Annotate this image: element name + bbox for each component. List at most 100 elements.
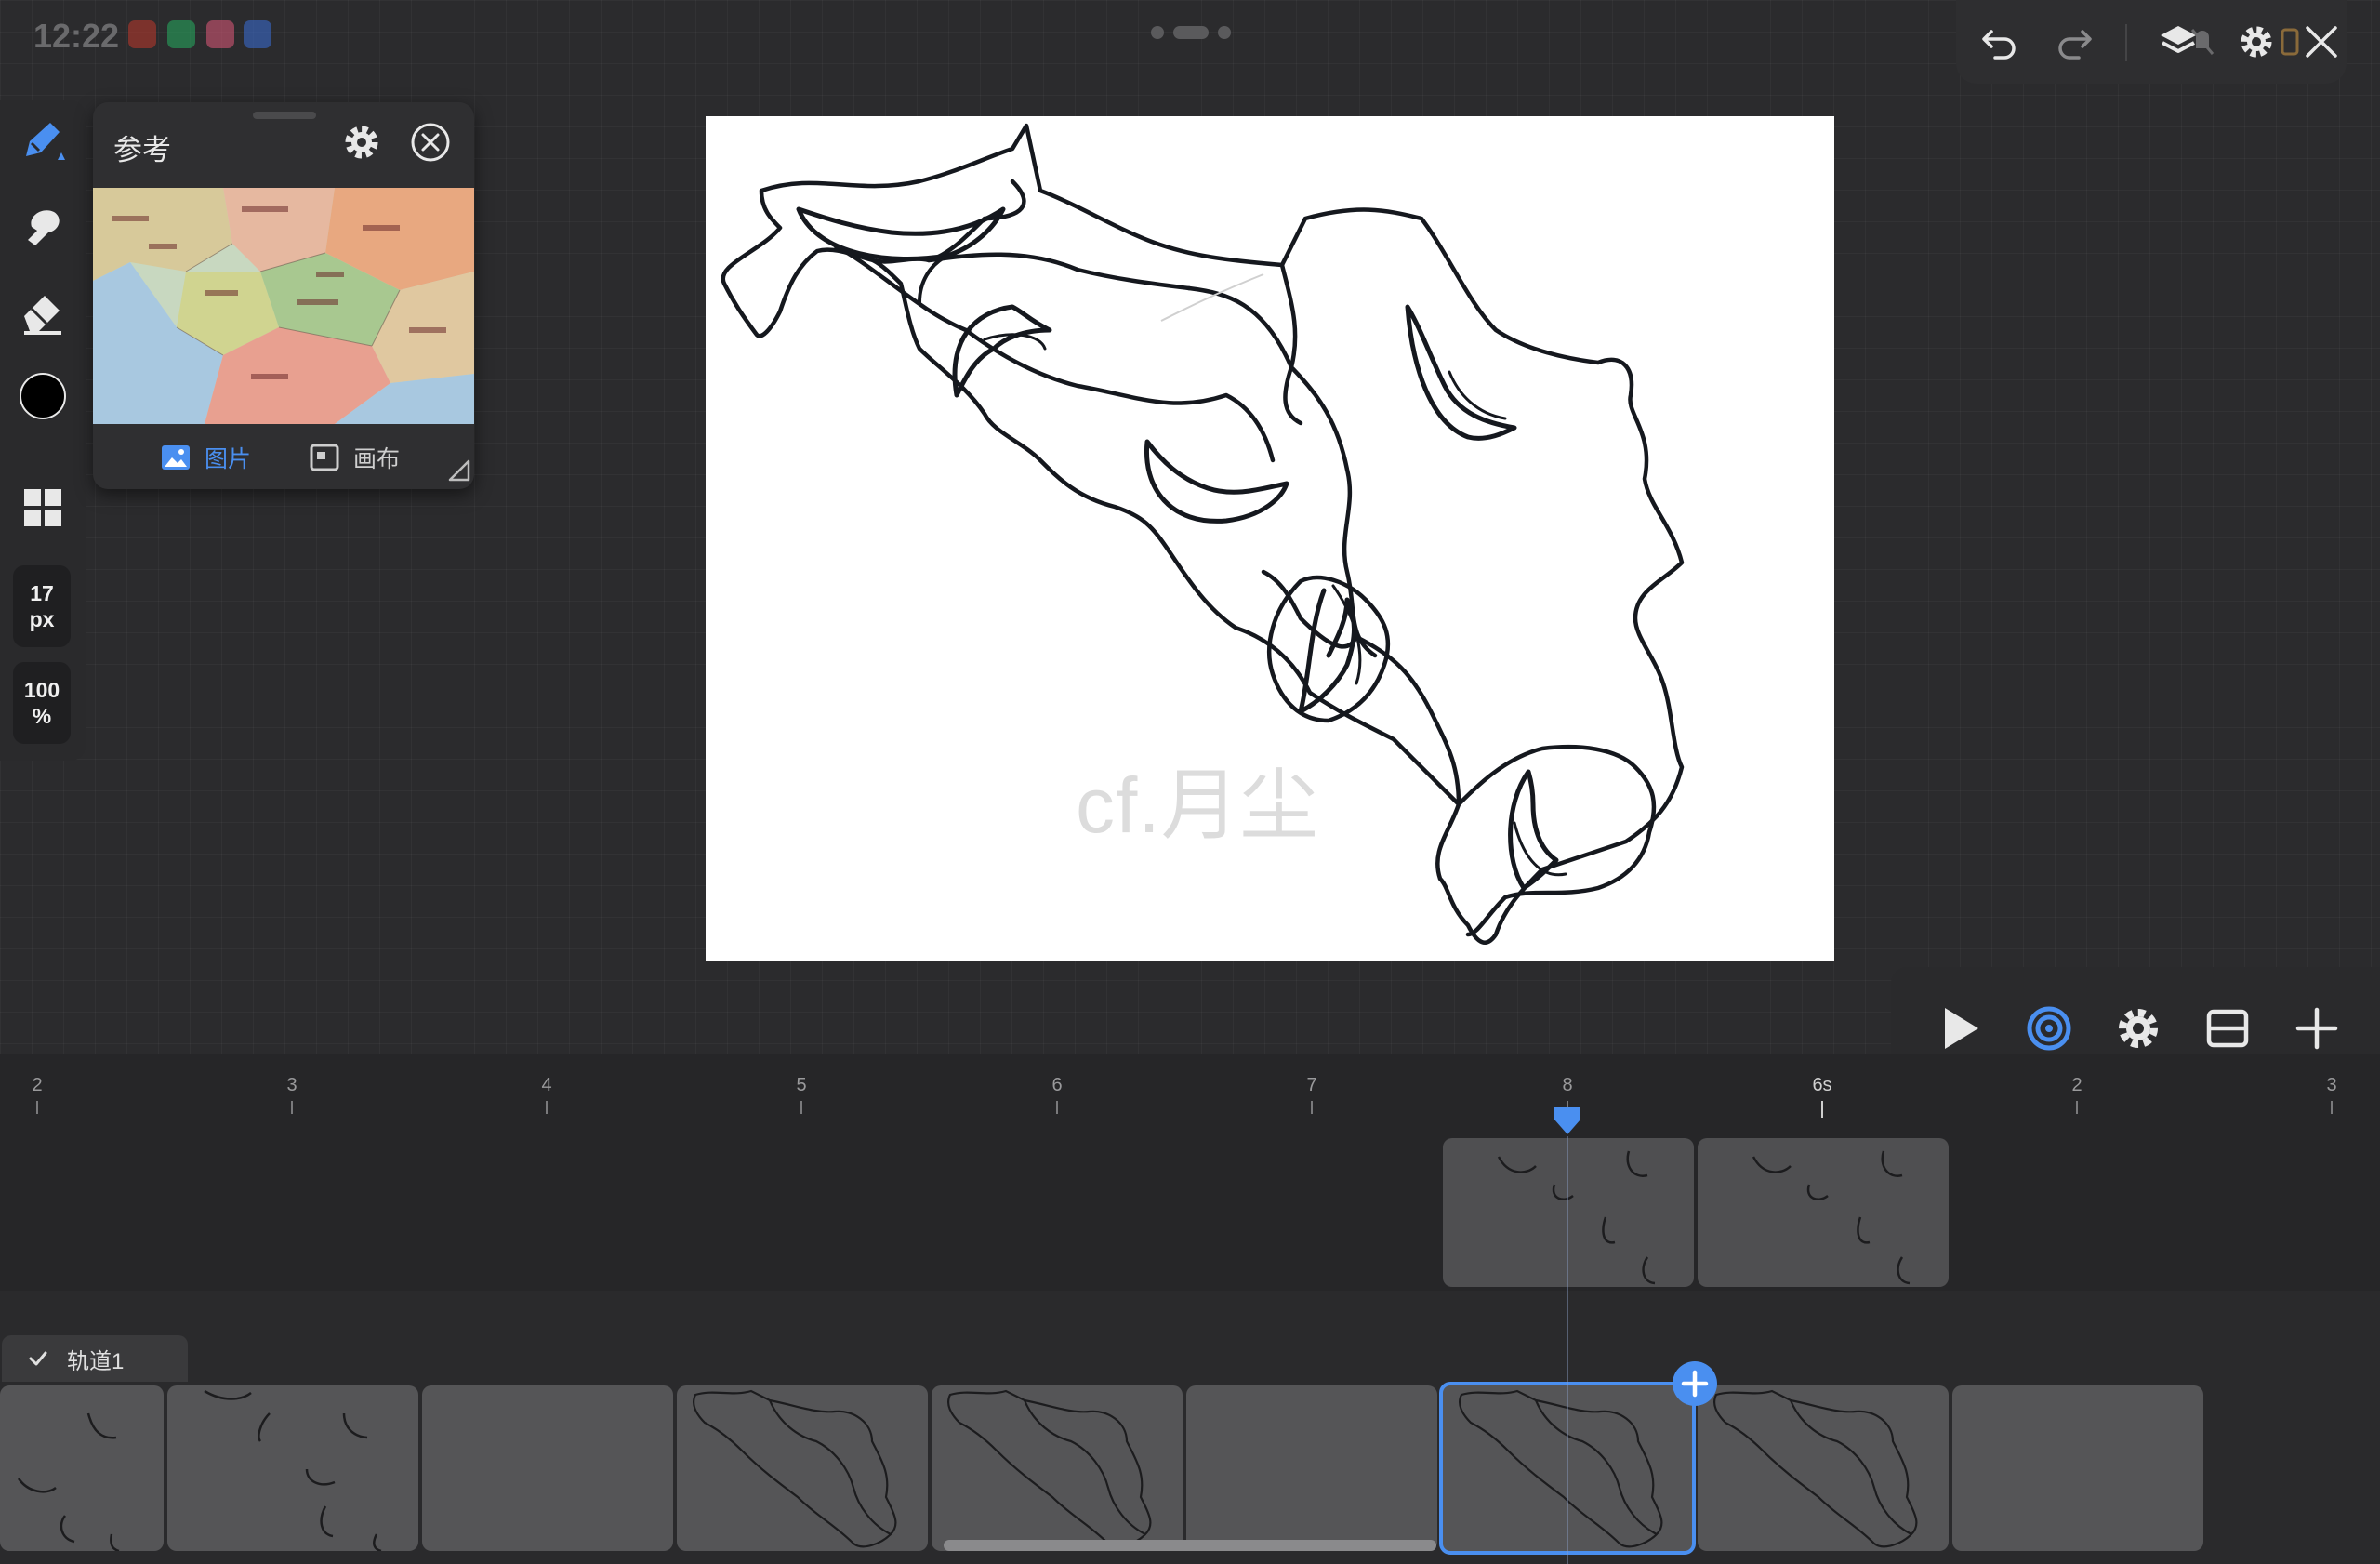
tab-canvas-label: 画布	[353, 446, 401, 472]
ruler-tick	[800, 1101, 802, 1114]
ruler-label: 3	[2326, 1075, 2337, 1095]
plus-icon	[2295, 1007, 2338, 1050]
smudge-icon	[28, 210, 60, 245]
crescent-frame-thumb	[1752, 1150, 1911, 1285]
playhead-line	[1567, 1136, 1568, 1564]
close-icon[interactable]	[2300, 20, 2343, 63]
ruler-tick	[2331, 1101, 2333, 1114]
image-icon	[162, 445, 190, 470]
gear-icon[interactable]	[2235, 20, 2278, 63]
track-name: 轨道1	[67, 1348, 125, 1374]
gear-icon	[345, 126, 378, 159]
resize-corner-icon	[448, 459, 470, 482]
drawing-canvas[interactable]: cf.月尘	[706, 116, 1834, 961]
upper-frame[interactable]	[1443, 1138, 1694, 1287]
canvas-icon	[310, 444, 339, 471]
tool-rail: 17 px 100 %	[0, 100, 86, 761]
ruler-tick	[546, 1101, 548, 1114]
status-time: 12:22	[33, 17, 120, 55]
grid-icon	[24, 489, 61, 526]
panel-resize-handle[interactable]	[446, 457, 470, 482]
frame-thumbnail-empty[interactable]	[1186, 1385, 1437, 1551]
eraser-tool[interactable]	[13, 283, 73, 342]
reference-panel-title: 参考	[113, 134, 171, 166]
track-header[interactable]: 轨道1	[2, 1335, 188, 1382]
reference-tab-picture[interactable]: 图片	[160, 441, 251, 474]
map-illustration	[93, 188, 474, 424]
ruler-label: 8	[1562, 1075, 1573, 1095]
opacity-control[interactable]: 100 %	[13, 662, 71, 744]
ruler-label-seconds: 6s	[1812, 1075, 1832, 1095]
play-icon	[1945, 1008, 1978, 1049]
gallery-tool[interactable]	[13, 478, 73, 537]
reference-map-image[interactable]	[93, 188, 474, 424]
frame-thumbnail-empty[interactable]	[422, 1385, 673, 1551]
frame-layout-button[interactable]	[2200, 1001, 2255, 1056]
redo-icon[interactable]	[2053, 20, 2096, 63]
opacity-unit: %	[32, 704, 52, 728]
pen-tool[interactable]	[13, 110, 73, 169]
notification-app-icon	[128, 20, 156, 48]
frame-thumbnail[interactable]	[677, 1385, 928, 1551]
ruler-tick	[2076, 1101, 2078, 1114]
color-swatch-icon	[20, 373, 66, 419]
frame-thumbnail[interactable]	[1698, 1385, 1949, 1551]
crescent-frame-thumb	[17, 1412, 120, 1551]
ruler-tick	[36, 1101, 38, 1114]
playhead-marker-icon	[1554, 1107, 1580, 1134]
add-frame-button[interactable]	[1672, 1360, 1718, 1407]
pen-icon	[26, 123, 65, 160]
window-handle[interactable]	[1151, 26, 1231, 39]
outline-frame-thumb	[1712, 1389, 1918, 1548]
close-circle-icon	[411, 123, 450, 162]
crescent-frame-thumb	[1497, 1150, 1656, 1285]
wechat-icon	[167, 20, 195, 48]
brush-size-value: 17	[30, 581, 54, 605]
brush-size-control[interactable]: 17 px	[13, 565, 71, 647]
undo-icon[interactable]	[1978, 20, 2021, 63]
reference-panel[interactable]: 参考 图片 画布	[93, 102, 474, 489]
frame-thumbnail[interactable]	[167, 1385, 418, 1551]
ruler-label: 6	[1051, 1075, 1063, 1095]
ruler-label: 5	[796, 1075, 807, 1095]
toolbar-divider	[2125, 24, 2127, 61]
ruler-label: 2	[32, 1075, 43, 1095]
tab-picture-label: 图片	[205, 446, 252, 472]
ruler-tick	[291, 1101, 293, 1114]
eraser-icon	[24, 296, 61, 335]
frame-thumbnail-empty[interactable]	[1952, 1385, 2203, 1551]
onion-skin-button[interactable]	[2021, 1001, 2077, 1056]
reference-settings-button[interactable]	[338, 119, 385, 166]
upper-frame[interactable]	[1698, 1138, 1949, 1287]
upload-icon	[244, 20, 271, 48]
crescent-frame-thumb	[204, 1389, 382, 1551]
top-toolbar	[1956, 0, 2347, 84]
ruler-tick	[1311, 1101, 1313, 1114]
reference-close-button[interactable]	[407, 119, 454, 166]
playhead[interactable]	[1553, 1105, 1582, 1136]
ruler-tick	[1056, 1101, 1058, 1114]
mute-icon	[2188, 20, 2216, 63]
onion-track	[0, 1138, 2380, 1291]
ruler-tick-second	[1821, 1101, 1823, 1118]
split-view-icon	[2206, 1009, 2249, 1048]
frame-thumbnail[interactable]	[932, 1385, 1183, 1551]
add-track-button[interactable]	[2289, 1001, 2345, 1056]
opacity-value: 100	[23, 678, 60, 702]
outline-frame-thumb	[692, 1389, 897, 1548]
smudge-tool[interactable]	[13, 197, 73, 257]
gear-icon	[2119, 1009, 2158, 1048]
timeline-ruler[interactable]: 2 3 4 5 6 7 8 6s 2 3	[0, 1054, 2380, 1138]
reference-tab-canvas[interactable]: 画布	[309, 441, 400, 474]
canvas-watermark: cf.月尘	[1076, 762, 1319, 849]
ruler-label: 4	[541, 1075, 552, 1095]
timeline-scrollbar[interactable]	[944, 1540, 1436, 1551]
play-button[interactable]	[1932, 1001, 1988, 1056]
panel-drag-handle[interactable]	[253, 112, 316, 119]
check-icon[interactable]	[26, 1346, 50, 1371]
color-picker[interactable]	[13, 366, 73, 426]
ruler-label: 2	[2071, 1075, 2082, 1095]
ruler-label: 3	[286, 1075, 298, 1095]
animation-settings-button[interactable]	[2110, 1001, 2166, 1056]
frame-thumbnail[interactable]	[0, 1385, 164, 1551]
